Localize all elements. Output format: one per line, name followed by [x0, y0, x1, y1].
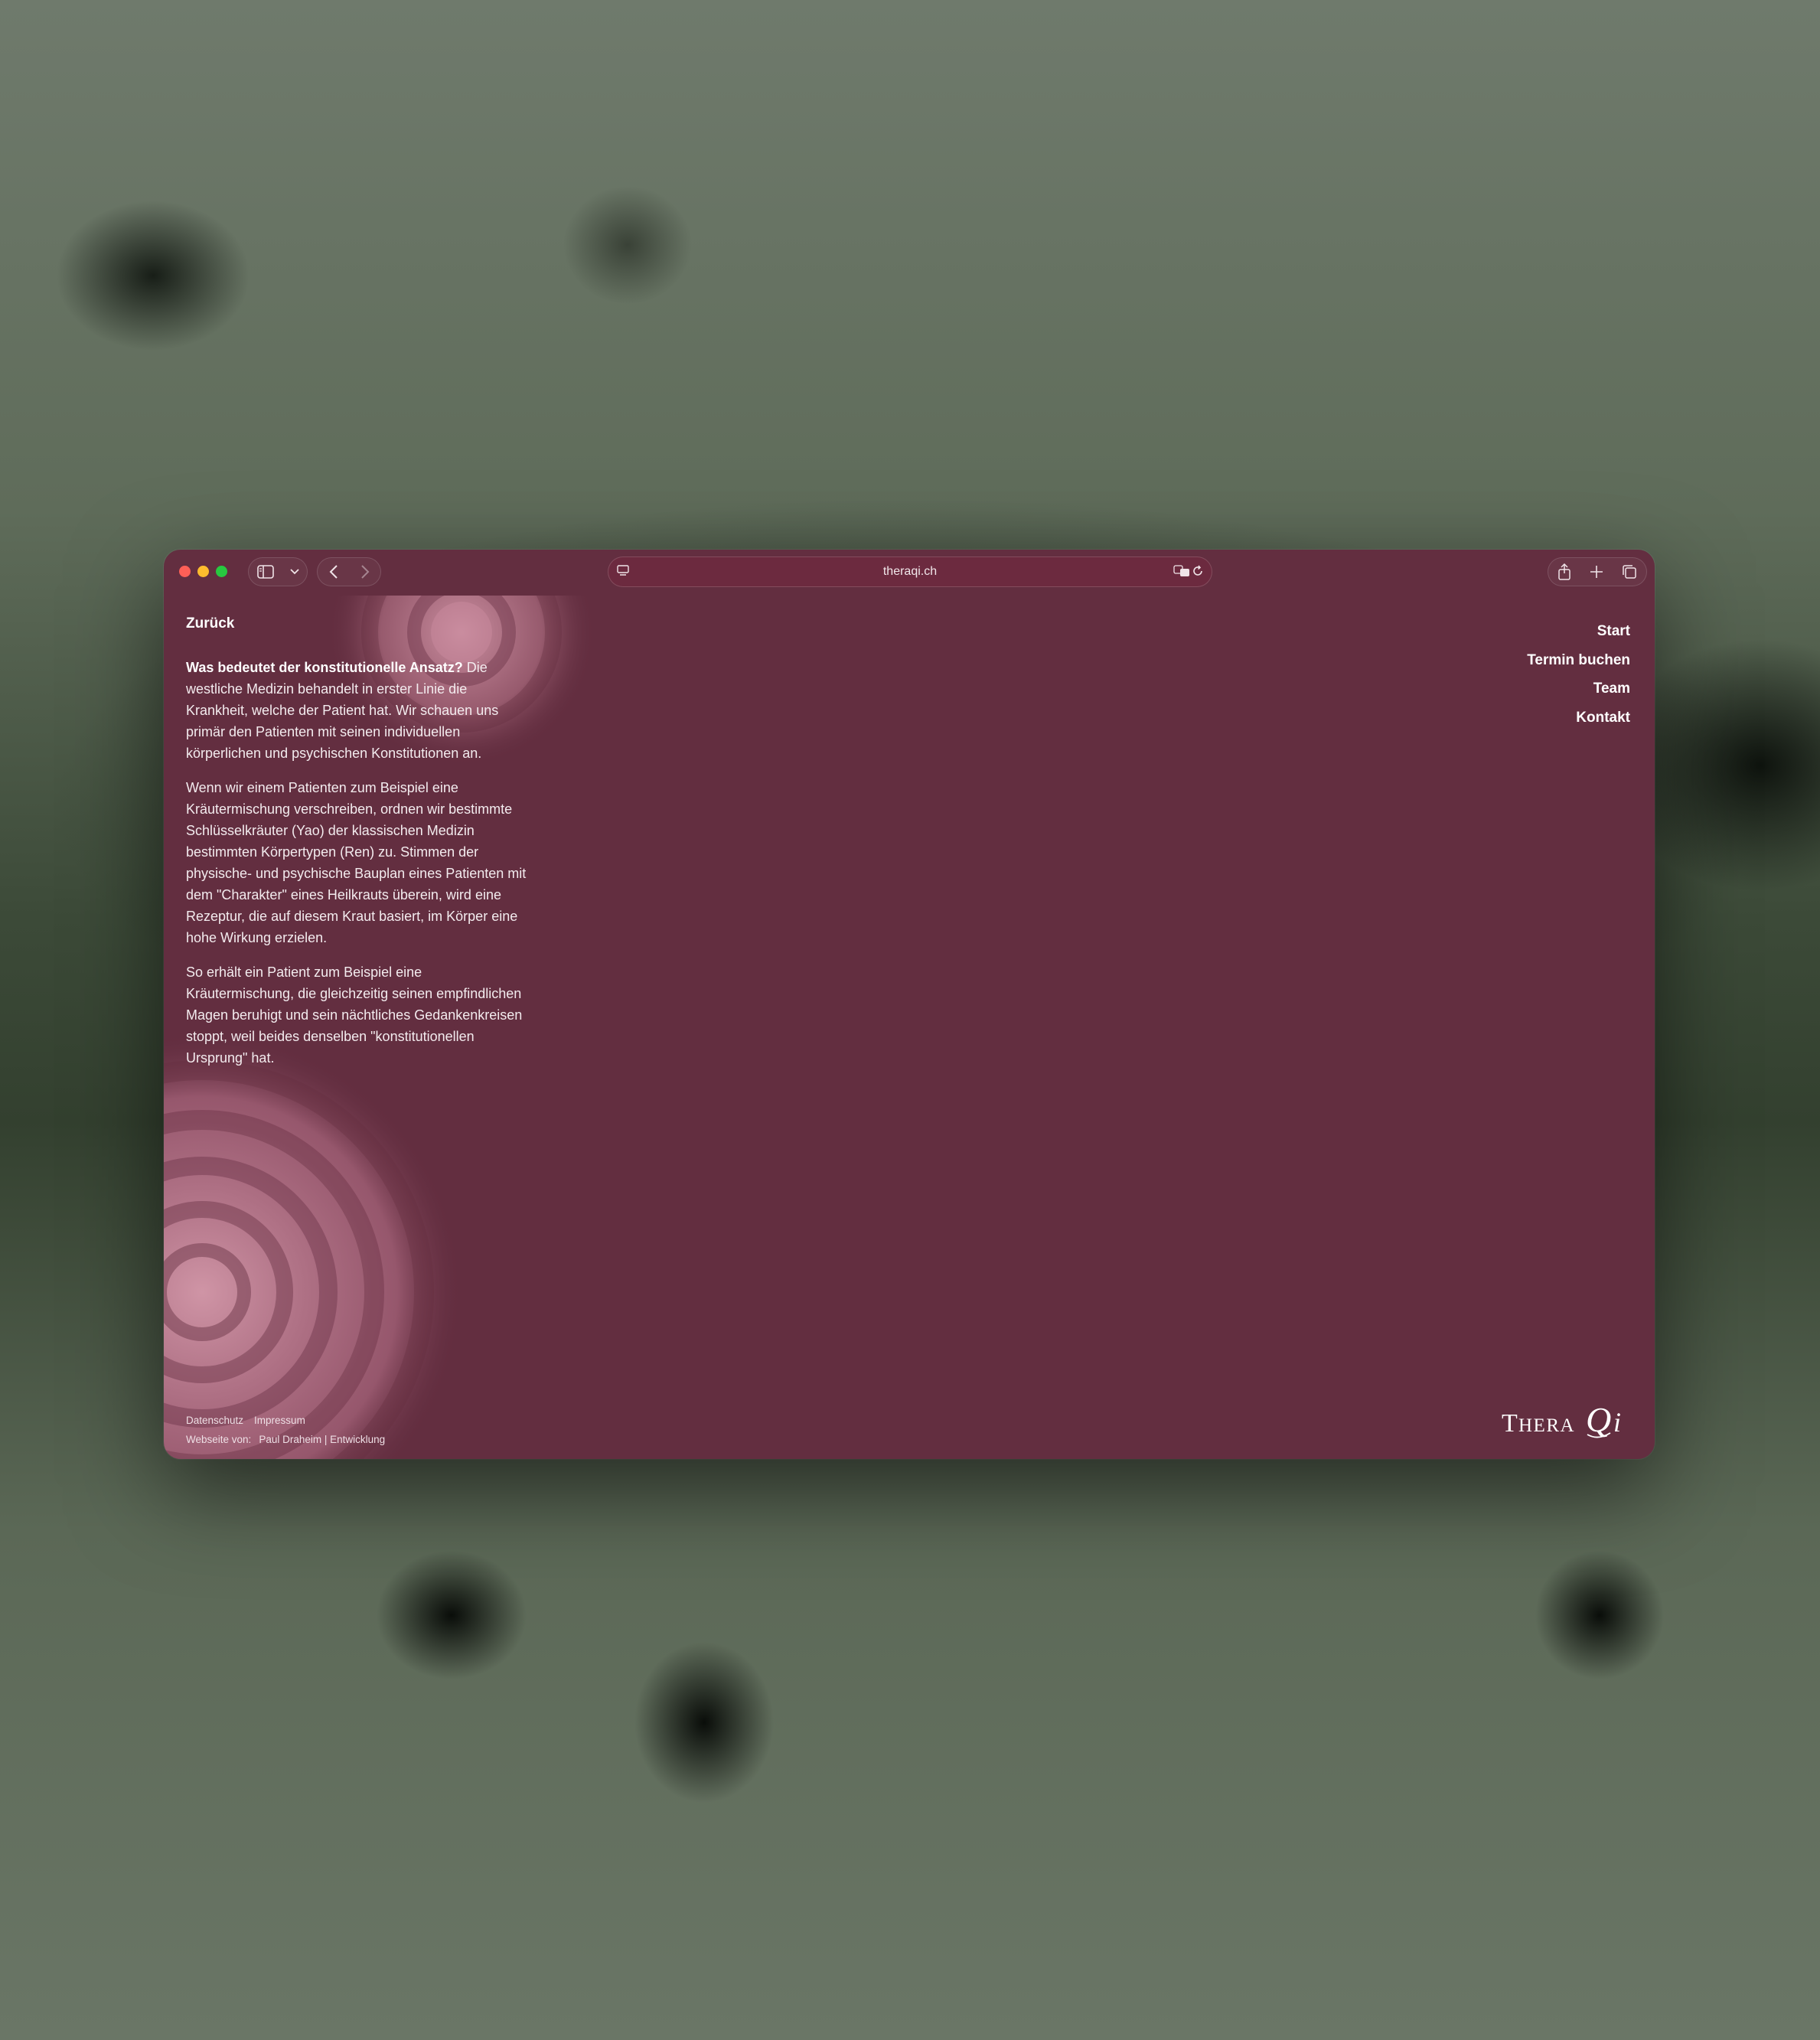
footer-link-datenschutz[interactable]: Datenschutz — [186, 1415, 243, 1426]
translate-icon[interactable] — [1173, 565, 1190, 581]
svg-text:i: i — [1613, 1407, 1621, 1438]
zoom-window-button[interactable] — [216, 566, 227, 577]
nav-item-team[interactable]: Team — [1527, 674, 1630, 703]
back-link[interactable]: Zurück — [186, 615, 234, 632]
chevron-down-icon[interactable] — [289, 569, 299, 575]
nav-item-kontakt[interactable]: Kontakt — [1527, 703, 1630, 733]
footer-link-impressum[interactable]: Impressum — [254, 1415, 305, 1426]
main-nav: Start Termin buchen Team Kontakt — [1527, 617, 1630, 732]
back-icon[interactable] — [329, 565, 338, 579]
history-nav — [317, 557, 381, 586]
bottom-rings-graphic — [164, 1032, 462, 1459]
footer: Datenschutz Impressum Webseite von: Paul D… — [186, 1411, 396, 1449]
theraqi-logo[interactable]: T HERA Q i — [1502, 1400, 1632, 1444]
svg-text:T: T — [1502, 1409, 1518, 1438]
browser-toolbar: theraqi.ch — [164, 550, 1655, 596]
browser-window: theraqi.ch Zurück Was bedeutet der konst… — [164, 550, 1655, 1459]
address-bar[interactable]: theraqi.ch — [608, 557, 1212, 587]
footer-credit-link[interactable]: Paul Draheim | Entwicklung — [259, 1434, 385, 1445]
svg-text:Q: Q — [1586, 1401, 1611, 1439]
paragraph-1: Was bedeutet der konstitutionelle Ansatz… — [186, 657, 530, 764]
close-window-button[interactable] — [179, 566, 191, 577]
nav-item-termin-buchen[interactable]: Termin buchen — [1527, 646, 1630, 675]
page-content: Zurück Was bedeutet der konstitutionelle… — [164, 596, 1655, 1459]
sidebar-toggle[interactable] — [248, 557, 308, 586]
minimize-window-button[interactable] — [197, 566, 209, 577]
paragraph-2: Wenn wir einem Patienten zum Beispiel ei… — [186, 780, 527, 945]
toolbar-actions — [1548, 557, 1647, 586]
paragraph-1-heading: Was bedeutet der konstitutionelle Ansatz… — [186, 660, 463, 675]
nav-item-start[interactable]: Start — [1527, 617, 1630, 646]
reload-icon[interactable] — [1192, 565, 1204, 581]
url-text[interactable]: theraqi.ch — [608, 557, 1212, 586]
svg-text:HERA: HERA — [1518, 1415, 1575, 1436]
sidebar-icon[interactable] — [256, 565, 274, 579]
new-tab-icon[interactable] — [1590, 565, 1603, 579]
footer-credit-label: Webseite von: — [186, 1434, 252, 1445]
share-icon[interactable] — [1557, 563, 1571, 580]
tabs-overview-icon[interactable] — [1622, 564, 1637, 579]
paragraph-3: So erhält ein Patient zum Beispiel eine … — [186, 965, 523, 1066]
forward-icon[interactable] — [360, 565, 370, 579]
article-text: Was bedeutet der konstitutionelle Ansatz… — [186, 657, 530, 1082]
